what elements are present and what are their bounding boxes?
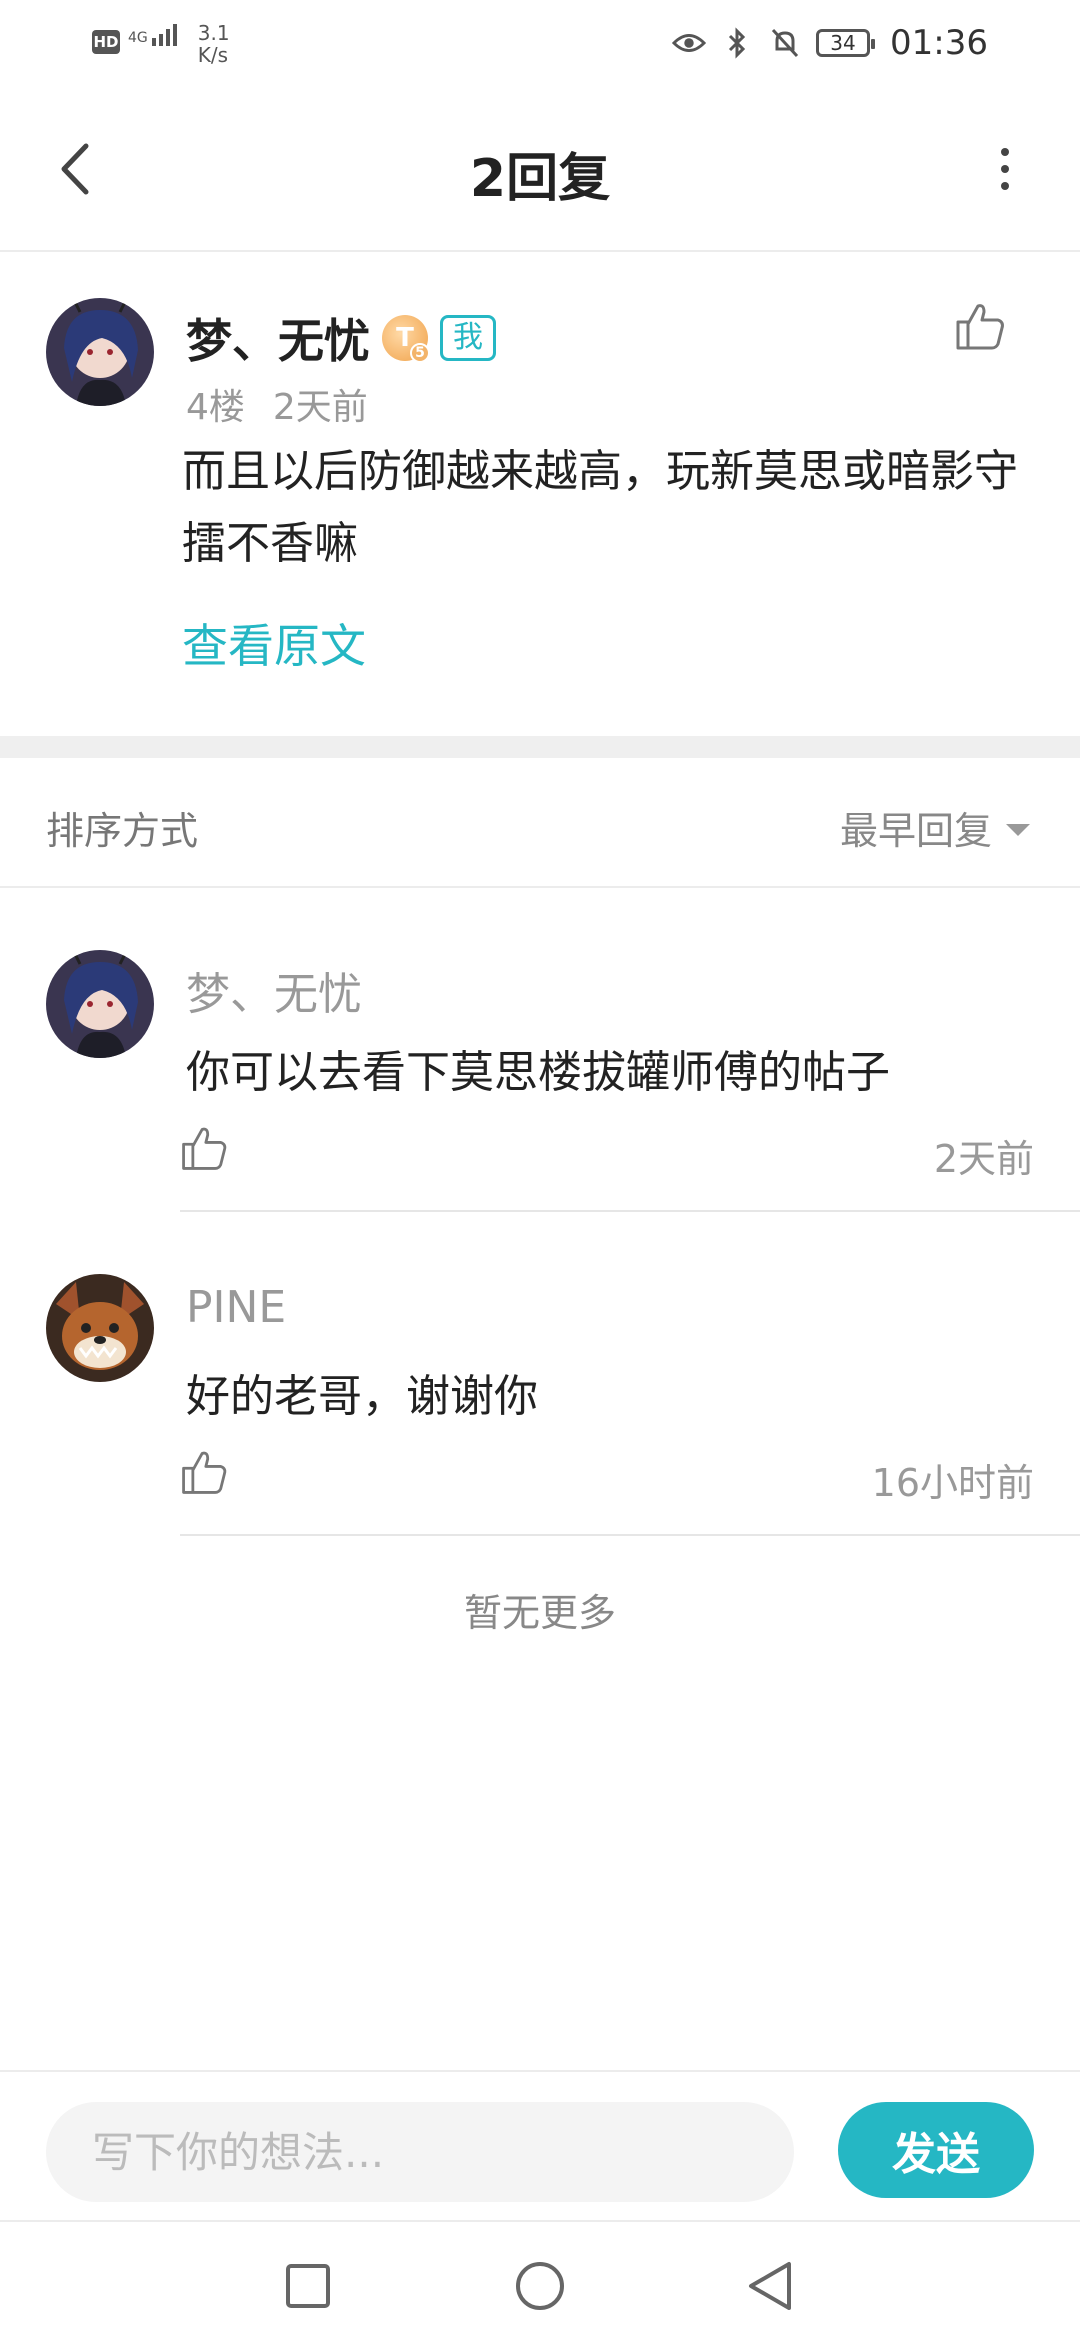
reply-author[interactable]: 梦、无忧 bbox=[186, 958, 362, 1022]
more-dot-icon bbox=[1001, 165, 1009, 173]
battery-indicator: 34 bbox=[816, 29, 876, 57]
network-type: 4G bbox=[128, 30, 148, 46]
thumbs-up-icon bbox=[956, 304, 1004, 350]
status-bar: HD 4G 3.1 K/s 34 01:36 bbox=[0, 0, 1080, 86]
back-nav-button[interactable] bbox=[740, 2256, 800, 2316]
avatar[interactable] bbox=[46, 298, 154, 406]
floor-number: 4楼 bbox=[186, 387, 245, 428]
sort-dropdown[interactable]: 最早回复 bbox=[840, 800, 1030, 855]
recents-button[interactable] bbox=[278, 2256, 338, 2316]
reply-item: 梦、无忧 你可以去看下莫思楼拔罐师傅的帖子 2天前 bbox=[0, 888, 1080, 1212]
network-speed: 3.1 K/s bbox=[198, 22, 230, 66]
like-button[interactable] bbox=[952, 298, 1008, 354]
avatar[interactable] bbox=[46, 950, 154, 1058]
speed-unit: K/s bbox=[197, 43, 229, 67]
status-left: HD 4G 3.1 K/s bbox=[92, 22, 230, 66]
home-button[interactable] bbox=[510, 2256, 570, 2316]
title-bar: 2回复 bbox=[0, 86, 1080, 252]
author-row: 梦、无忧 T 5 我 bbox=[186, 308, 496, 368]
post-time: 2天前 bbox=[272, 387, 368, 428]
avatar[interactable] bbox=[46, 1274, 154, 1382]
mute-bell-icon bbox=[768, 26, 802, 60]
page-title: 2回复 bbox=[469, 149, 611, 209]
like-button[interactable] bbox=[178, 1122, 230, 1174]
reply-time: 2天前 bbox=[933, 1137, 1034, 1181]
triangle-back-icon bbox=[749, 2262, 791, 2310]
me-tag: 我 bbox=[440, 315, 496, 361]
square-icon bbox=[286, 2264, 330, 2308]
post-content: 而且以后防御越来越高，玩新莫思或暗影守擂不香嘛 bbox=[182, 446, 1018, 569]
speed-value: 3.1 bbox=[197, 21, 230, 45]
original-comment: 梦、无忧 T 5 我 4楼 2天前 而且以后防御越来越高，玩新莫思或暗影守擂不香嘛… bbox=[0, 252, 1080, 736]
level-badge: T 5 bbox=[382, 315, 430, 363]
comment-input[interactable] bbox=[46, 2102, 794, 2202]
comment-composer: 发送 bbox=[0, 2070, 1080, 2220]
caret-down-icon bbox=[1006, 823, 1030, 836]
post-meta: 4楼 2天前 bbox=[186, 378, 368, 430]
like-button[interactable] bbox=[178, 1446, 230, 1498]
thumbs-up-icon bbox=[182, 1451, 227, 1494]
signal-group: 4G bbox=[128, 22, 180, 46]
signal-icon bbox=[151, 24, 177, 46]
bluetooth-icon bbox=[720, 26, 754, 60]
send-button[interactable]: 发送 bbox=[838, 2102, 1034, 2198]
circle-icon bbox=[516, 2262, 564, 2310]
reply-author[interactable]: PINE bbox=[186, 1282, 286, 1333]
reply-text: 好的老哥，谢谢你 bbox=[186, 1371, 538, 1422]
more-dot-icon bbox=[1001, 148, 1009, 156]
divider bbox=[180, 1534, 1080, 1536]
reply-time: 16小时前 bbox=[871, 1461, 1034, 1505]
view-original-link[interactable]: 查看原文 bbox=[182, 610, 366, 676]
level-number: 5 bbox=[410, 343, 430, 363]
reply-text: 你可以去看下莫思楼拔罐师傅的帖子 bbox=[186, 1047, 890, 1098]
no-more-text: 暂无更多 bbox=[463, 1591, 616, 1635]
author-name[interactable]: 梦、无忧 bbox=[186, 305, 370, 371]
section-divider bbox=[0, 736, 1080, 758]
sort-bar: 排序方式 最早回复 bbox=[0, 758, 1080, 888]
more-options-button[interactable] bbox=[970, 134, 1040, 204]
reply-item: PINE 好的老哥，谢谢你 16小时前 bbox=[0, 1212, 1080, 1536]
clock: 01:36 bbox=[890, 23, 988, 63]
sort-label: 排序方式 bbox=[46, 809, 199, 853]
system-nav-bar bbox=[0, 2220, 1080, 2340]
eye-icon bbox=[672, 26, 707, 60]
status-right: 34 01:36 bbox=[672, 22, 988, 64]
thumbs-up-icon bbox=[182, 1127, 227, 1170]
hd-badge: HD bbox=[92, 30, 120, 54]
sort-selected-value: 最早回复 bbox=[839, 809, 992, 853]
more-dot-icon bbox=[1001, 182, 1009, 190]
